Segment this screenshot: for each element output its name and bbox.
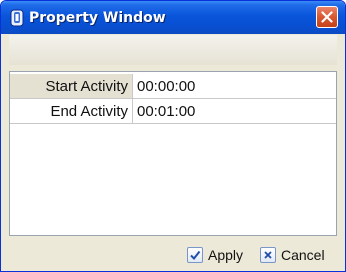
property-grid: Start Activity 00:00:00 End Activity 00:… [9, 71, 337, 236]
apply-label: Apply [208, 247, 244, 263]
title-bar[interactable]: Property Window [1, 1, 345, 34]
apply-button[interactable]: Apply [187, 244, 243, 266]
close-button[interactable] [316, 6, 338, 28]
cancel-label: Cancel [281, 247, 325, 263]
close-icon [321, 11, 333, 23]
toolbar-strip [9, 35, 337, 65]
property-window: Property Window Start Activity 00:00:00 … [0, 0, 346, 272]
property-row-end-activity[interactable]: End Activity 00:01:00 [10, 98, 336, 124]
property-name[interactable]: Start Activity [10, 74, 133, 99]
property-value[interactable]: 00:00:00 [132, 74, 336, 99]
window-title: Property Window [29, 10, 166, 26]
property-name[interactable]: End Activity [10, 98, 133, 124]
property-value[interactable]: 00:01:00 [132, 98, 336, 124]
app-icon [10, 9, 24, 27]
x-icon [260, 247, 276, 263]
dialog-footer: Apply Cancel [1, 239, 345, 271]
property-table: Start Activity 00:00:00 End Activity 00:… [10, 74, 336, 124]
property-row-start-activity[interactable]: Start Activity 00:00:00 [10, 74, 336, 99]
checkmark-icon [187, 247, 203, 263]
cancel-button[interactable]: Cancel [260, 244, 325, 266]
